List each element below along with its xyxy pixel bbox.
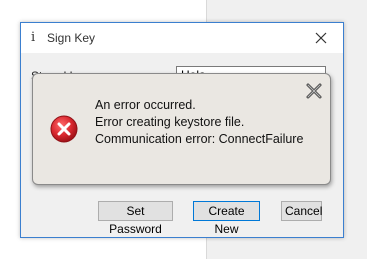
set-password-button[interactable]: Set Password: [98, 201, 173, 236]
error-notification: An error occurred. Error creating keysto…: [32, 73, 331, 185]
close-icon[interactable]: [305, 82, 323, 100]
dialog-titlebar[interactable]: i Sign Key: [21, 23, 343, 53]
close-icon: [315, 32, 327, 44]
create-new-button[interactable]: Create New: [193, 201, 260, 236]
dialog-close-button[interactable]: [306, 25, 336, 51]
error-icon: [50, 115, 78, 143]
error-message-line: Communication error: ConnectFailure: [95, 132, 304, 146]
error-message-line: Error creating keystore file.: [95, 115, 245, 129]
info-icon: i: [31, 30, 36, 45]
cancel-button[interactable]: Cancel: [281, 201, 322, 221]
error-message-line: An error occurred.: [95, 98, 196, 112]
dialog-title: Sign Key: [47, 31, 96, 45]
